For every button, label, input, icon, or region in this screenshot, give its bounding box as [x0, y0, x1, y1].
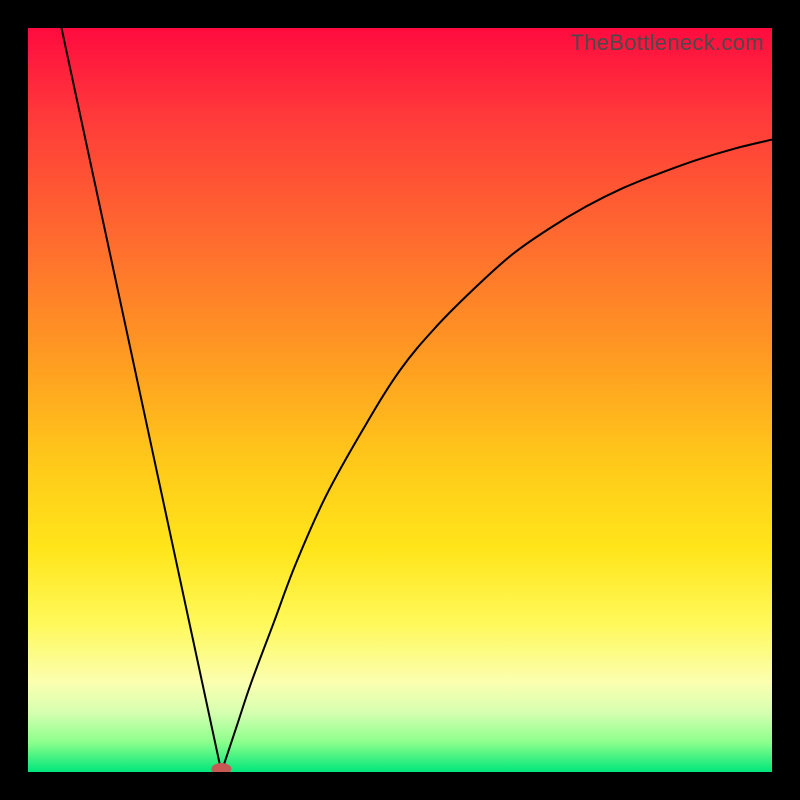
- plot-area: TheBottleneck.com: [28, 28, 772, 772]
- left-curve: [61, 28, 221, 772]
- minimum-marker: [211, 763, 231, 772]
- chart-svg: [28, 28, 772, 772]
- chart-frame: TheBottleneck.com: [0, 0, 800, 800]
- right-curve: [221, 140, 772, 772]
